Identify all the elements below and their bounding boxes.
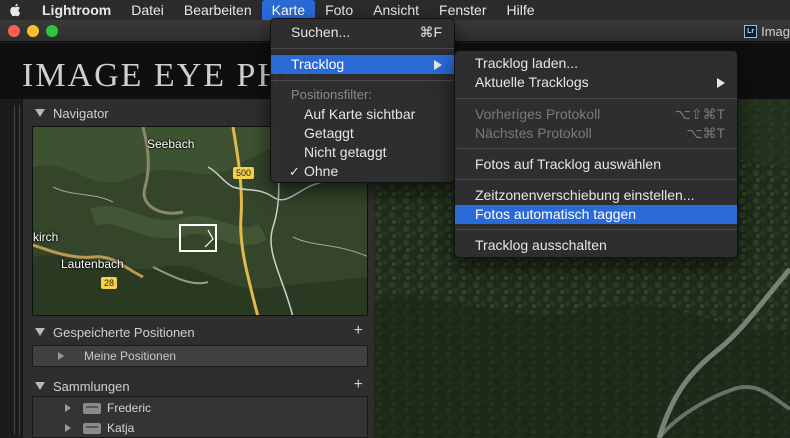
menu-item-search-label: Suchen... [291, 24, 351, 40]
collections-title: Sammlungen [53, 378, 130, 394]
collections-header[interactable]: Sammlungen + [23, 374, 375, 398]
menu-bearbeiten[interactable]: Bearbeiten [174, 0, 262, 20]
menu-item-set-timezone-offset[interactable]: Zeitzonenverschiebung einstellen... [455, 186, 737, 205]
menu-item-filter-untagged[interactable]: Nicht getaggt [271, 143, 454, 162]
menu-item-filter-tagged[interactable]: Getaggt [271, 124, 454, 143]
expand-triangle-icon[interactable] [58, 352, 64, 360]
menu-item-select-photos-on-tracklog[interactable]: Fotos auf Tracklog auswählen [455, 155, 737, 174]
menu-separator [271, 80, 454, 81]
apple-icon[interactable] [0, 0, 30, 20]
collapse-triangle-icon[interactable] [35, 328, 45, 336]
menu-item-previous-log-label: Vorheriges Protokoll [475, 106, 601, 122]
navigator-viewport-frame[interactable] [179, 224, 217, 252]
menu-item-search[interactable]: Suchen... ⌘F [271, 23, 454, 42]
collection-name: Frederic [107, 401, 152, 415]
expand-triangle-icon[interactable] [65, 424, 71, 432]
list-item[interactable]: Katja [33, 418, 369, 438]
menu-item-turn-off-tracklog[interactable]: Tracklog ausschalten [455, 236, 737, 255]
menu-separator [455, 98, 737, 99]
collection-name: Katja [107, 421, 135, 435]
menu-hilfe[interactable]: Hilfe [497, 0, 545, 20]
collections-list: Frederic Katja [32, 396, 368, 438]
left-panel-edge[interactable] [0, 99, 22, 438]
expand-triangle-icon[interactable] [65, 404, 71, 412]
menu-item-next-log-label: Nächstes Protokoll [475, 125, 592, 141]
menu-item-next-log: Nächstes Protokoll ⌥⌘T [455, 124, 737, 143]
menu-separator [455, 179, 737, 180]
map-label-kirch: kirch [33, 230, 59, 244]
menu-item-previous-log-shortcut: ⌥⇧⌘T [674, 106, 725, 122]
add-icon[interactable]: + [354, 322, 363, 340]
menu-item-tracklog-label: Tracklog [291, 56, 345, 72]
menu-item-load-tracklog[interactable]: Tracklog laden... [455, 54, 737, 73]
menu-karte[interactable]: Karte [261, 0, 316, 20]
window-close-button[interactable] [8, 25, 20, 37]
road-badge-500: 500 [233, 167, 255, 179]
road-badge-28: 28 [101, 277, 118, 289]
saved-positions-title: Gespeicherte Positionen [53, 324, 195, 340]
list-item[interactable]: Frederic [33, 398, 369, 418]
window-minimize-button[interactable] [27, 25, 39, 37]
menu-bar: Lightroom Datei Bearbeiten Karte Foto An… [0, 0, 790, 20]
saved-positions-folder-label: Meine Positionen [84, 349, 177, 363]
karte-menu: Suchen... ⌘F Tracklog Positionsfilter: A… [270, 18, 455, 183]
menu-separator [271, 48, 454, 49]
menu-item-next-log-shortcut: ⌥⌘T [686, 125, 725, 141]
map-label-lautenbach: Lautenbach [61, 257, 124, 271]
menu-item-recent-tracklogs[interactable]: Aktuelle Tracklogs [455, 73, 737, 92]
menu-item-tracklog[interactable]: Tracklog [271, 55, 454, 74]
menu-item-previous-log: Vorheriges Protokoll ⌥⇧⌘T [455, 105, 737, 124]
collapse-triangle-icon[interactable] [35, 109, 45, 117]
submenu-arrow-icon [717, 78, 725, 88]
panel-grip[interactable] [14, 105, 20, 435]
menu-item-filter-visible[interactable]: Auf Karte sichtbar [271, 105, 454, 124]
window-title: Lr Imag [744, 23, 790, 39]
collapse-triangle-icon[interactable] [35, 382, 45, 390]
menu-ansicht[interactable]: Ansicht [363, 0, 429, 20]
menu-item-filter-none-label: Ohne [304, 163, 339, 179]
window-title-text: Imag [761, 23, 790, 39]
map-label-seebach: Seebach [147, 137, 195, 151]
tracklog-submenu: Tracklog laden... Aktuelle Tracklogs Vor… [454, 50, 738, 258]
submenu-arrow-icon [434, 60, 442, 70]
identity-plate-text[interactable]: IMAGE EYE PHO [22, 57, 311, 95]
menu-datei[interactable]: Datei [121, 0, 174, 20]
navigator-title: Navigator [53, 105, 109, 121]
menu-item-auto-tag-photos[interactable]: Fotos automatisch taggen [455, 205, 737, 224]
window-zoom-button[interactable] [46, 25, 58, 37]
saved-positions-folder[interactable]: Meine Positionen [32, 345, 368, 367]
lightroom-app-icon: Lr [744, 24, 758, 38]
collection-set-icon [83, 422, 101, 434]
menu-heading-positionsfilter: Positionsfilter: [291, 87, 372, 102]
menu-app-lightroom[interactable]: Lightroom [30, 0, 121, 20]
menu-foto[interactable]: Foto [315, 0, 363, 20]
saved-positions-header[interactable]: Gespeicherte Positionen + [23, 320, 375, 344]
menu-item-recent-tracklogs-label: Aktuelle Tracklogs [475, 74, 589, 90]
menu-item-filter-none[interactable]: ✓ Ohne [271, 162, 454, 181]
collection-set-icon [83, 402, 101, 414]
menu-separator [455, 148, 737, 149]
menu-fenster[interactable]: Fenster [429, 0, 496, 20]
checkmark-icon: ✓ [289, 164, 300, 179]
add-collection-icon[interactable]: + [354, 376, 363, 394]
menu-item-search-shortcut: ⌘F [419, 24, 442, 40]
menu-separator [455, 229, 737, 230]
